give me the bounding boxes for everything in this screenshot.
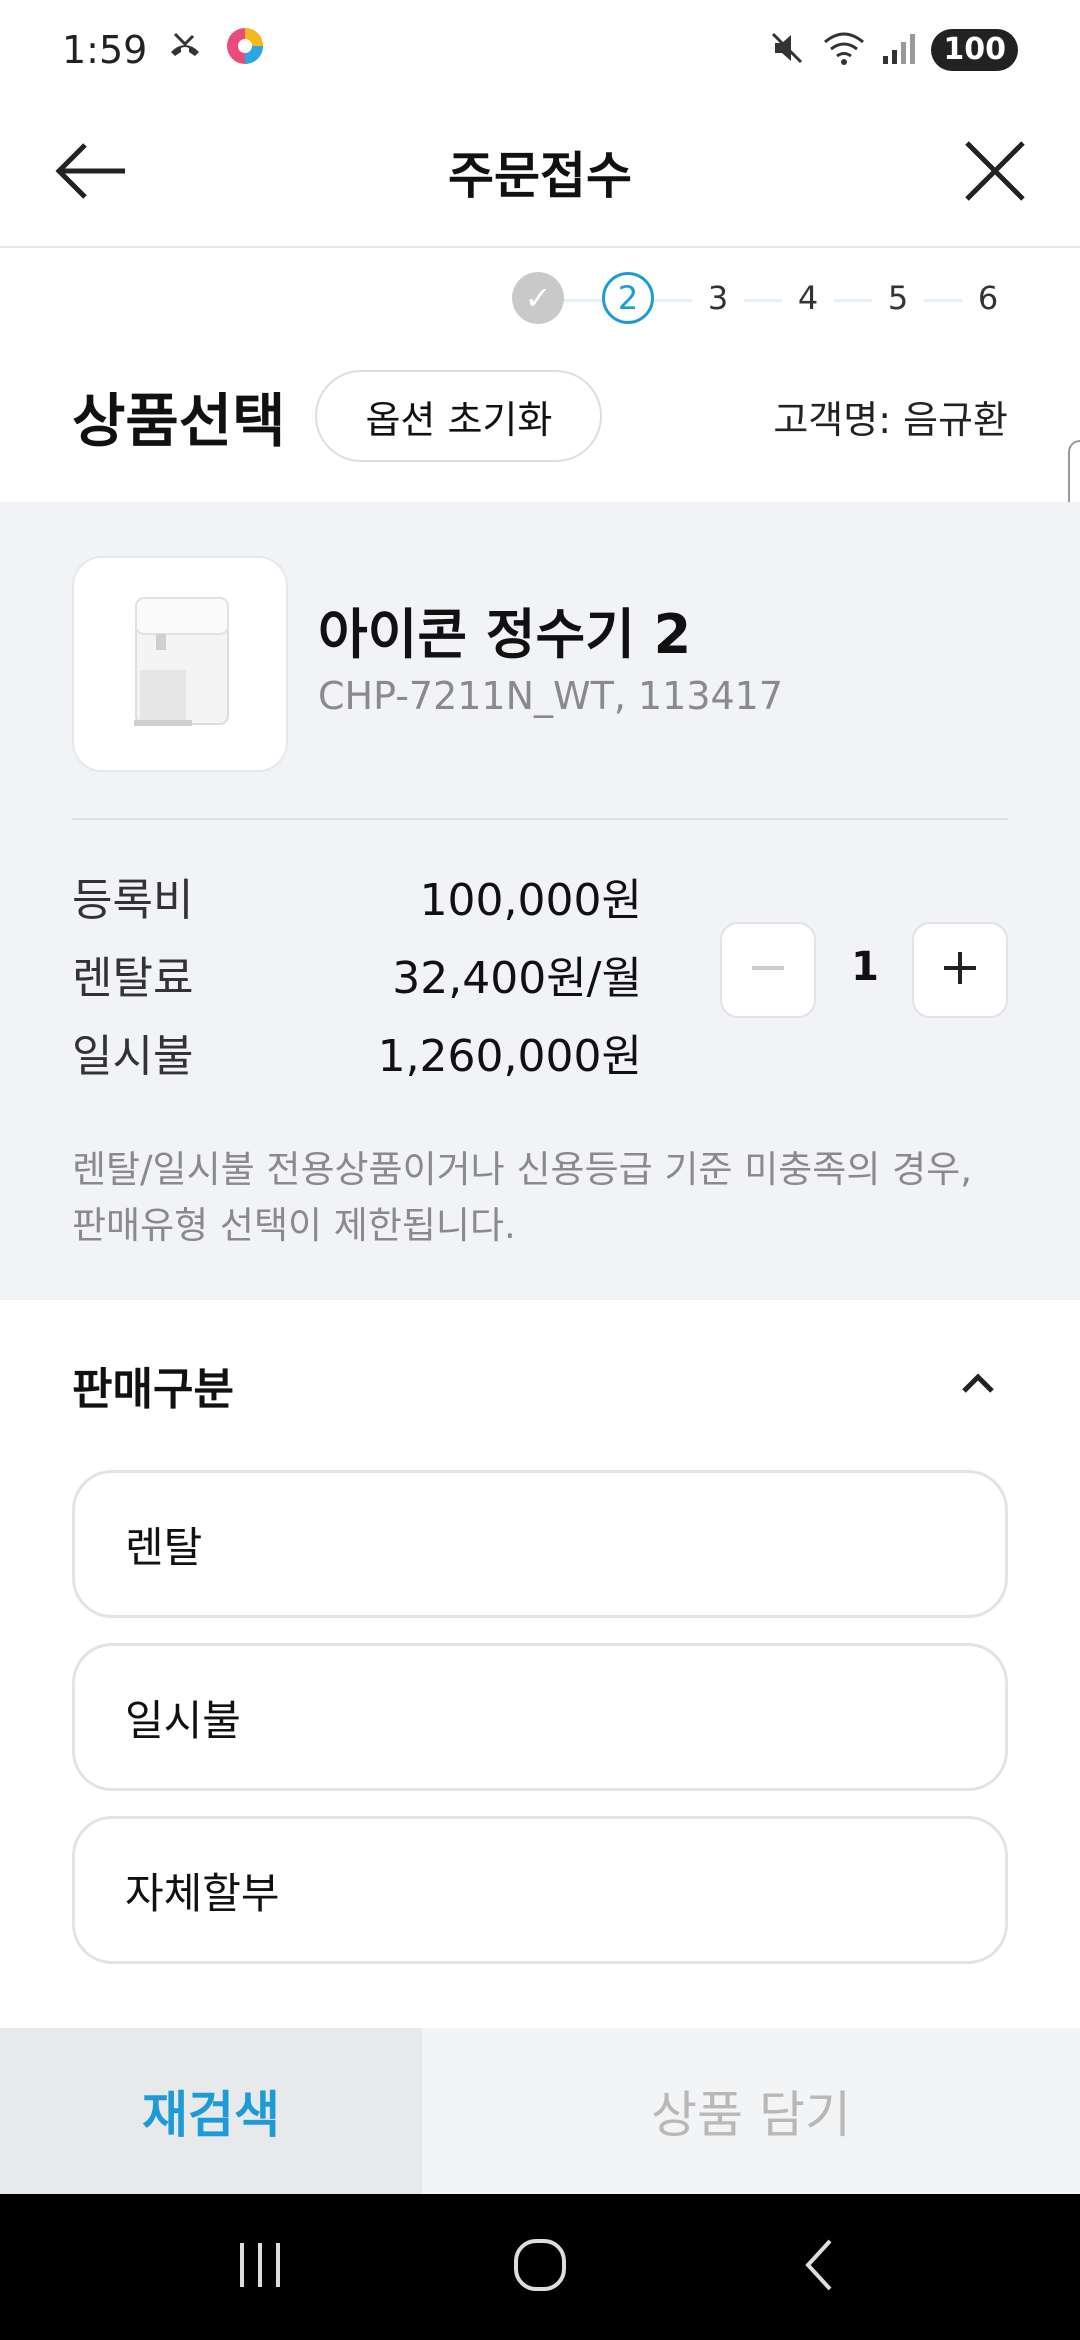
home-icon[interactable] (510, 2235, 570, 2299)
close-button[interactable] (950, 128, 1040, 218)
step-indicator: ✓ 2 3 4 5 6 (510, 272, 1014, 328)
price-row-rental: 렌탈료 32,400원/월 (72, 942, 642, 1004)
minus-icon (748, 948, 788, 992)
product-name: 아이콘 정수기 2 (318, 603, 692, 666)
app-notification-icon (223, 24, 267, 77)
price-label: 렌탈료 (72, 953, 194, 1004)
research-button[interactable]: 재검색 (0, 2028, 422, 2194)
app-bar: 주문접수 (0, 100, 1080, 248)
section-title: 상품선택 (72, 387, 286, 455)
product-panel: 아이콘 정수기 2 CHP-7211N_WT, 113417 등록비 100,0… (0, 502, 1080, 1300)
plus-icon (940, 948, 980, 992)
notice-line-1: 렌탈/일시불 전용상품이거나 신용등급 기준 미충족의 경우, (72, 1148, 972, 1191)
price-label: 등록비 (72, 875, 194, 926)
collapse-button[interactable] (948, 1355, 1008, 1415)
mute-icon (767, 28, 807, 72)
quantity-value: 1 (851, 944, 879, 990)
close-icon (963, 139, 1027, 207)
step-1: ✓ (512, 272, 564, 324)
price-value: 100,000원 (419, 875, 642, 926)
quantity-decrease-button[interactable] (720, 922, 816, 1018)
step-3: 3 (692, 272, 744, 324)
product-code: CHP-7211N_WT, 113417 (318, 674, 784, 718)
signal-icon (881, 28, 917, 72)
step-2: 2 (602, 272, 654, 324)
price-row-lumpsum: 일시불 1,260,000원 (72, 1020, 642, 1082)
step-6: 6 (962, 272, 1014, 324)
battery-indicator: 100 (931, 29, 1018, 71)
bottom-action-bar: 재검색 상품 담기 (0, 2028, 1080, 2194)
sale-restriction-notice: 렌탈/일시불 전용상품이거나 신용등급 기준 미충족의 경우, 판매유형 선택이… (72, 1142, 1012, 1254)
product-select-header: 상품선택 옵션 초기화 고객명: 음규환 (72, 366, 1008, 466)
status-bar: 1:59 100 (0, 0, 1080, 100)
price-label: 일시불 (72, 1031, 194, 1082)
sale-type-header[interactable]: 판매구분 (72, 1340, 1008, 1430)
missed-call-icon (165, 26, 205, 75)
reset-options-button[interactable]: 옵션 초기화 (315, 370, 603, 462)
quantity-increase-button[interactable] (912, 922, 1008, 1018)
wifi-icon (821, 28, 867, 72)
sale-type-title: 판매구분 (72, 1364, 234, 1415)
system-nav-bar (0, 2194, 1080, 2340)
step-5: 5 (872, 272, 924, 324)
recent-apps-icon[interactable] (230, 2235, 290, 2299)
notice-line-2: 판매유형 선택이 제한됩니다. (72, 1204, 516, 1247)
sale-option-lumpsum[interactable]: 일시불 (72, 1643, 1008, 1791)
price-value: 32,400원/월 (392, 953, 642, 1004)
chevron-up-icon (958, 1363, 998, 1407)
page-title: 주문접수 (448, 147, 632, 205)
sale-option-installment[interactable]: 자체할부 (72, 1816, 1008, 1964)
add-to-cart-button[interactable]: 상품 담기 (422, 2028, 1080, 2194)
sale-option-rental[interactable]: 렌탈 (72, 1470, 1008, 1618)
product-image (72, 556, 288, 772)
price-value: 1,260,000원 (377, 1031, 642, 1082)
status-time: 1:59 (62, 28, 148, 72)
price-row-registration: 등록비 100,000원 (72, 864, 642, 926)
customer-name: 고객명: 음규환 (773, 397, 1008, 442)
divider (72, 818, 1008, 820)
step-4: 4 (782, 272, 834, 324)
back-nav-icon[interactable] (790, 2235, 850, 2299)
